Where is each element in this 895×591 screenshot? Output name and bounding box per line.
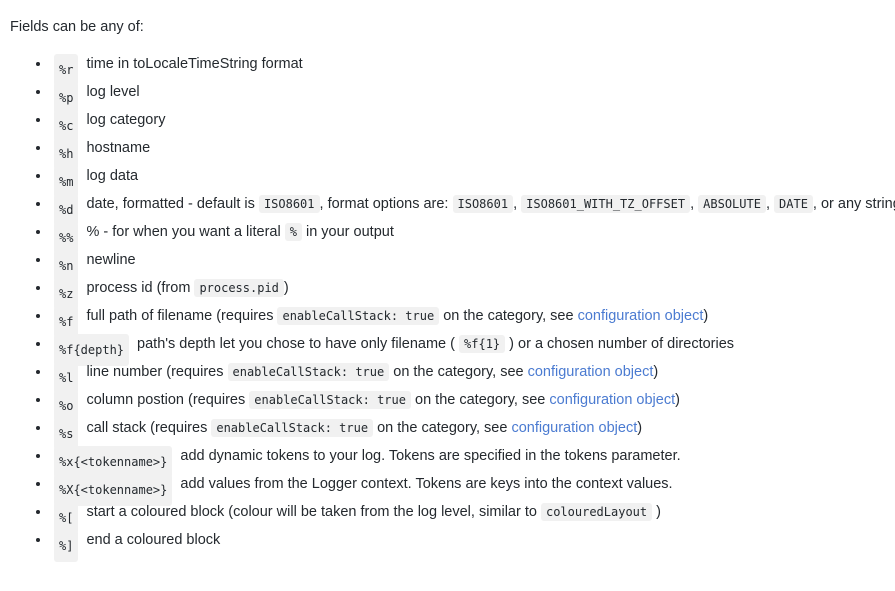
item-description-part: on the category, see	[415, 392, 546, 408]
inline-code: process.pid	[194, 279, 284, 297]
item-description-part: )	[703, 308, 709, 324]
list-item-f-depth: %f{depth} path's depth let you chose to h…	[0, 330, 895, 366]
item-description-part: line number (requires	[86, 364, 224, 380]
item-description-part: on the category, see	[393, 364, 524, 380]
configuration-object-link[interactable]: configuration object	[528, 364, 654, 380]
list-item-r: %r time in toLocaleTimeString format	[0, 50, 895, 86]
item-description-part: )	[656, 504, 662, 520]
item-description: log category	[86, 112, 166, 128]
list-item-percent: %%% - for when you want a literal % in y…	[0, 218, 895, 254]
item-description-part: call stack (requires	[86, 420, 208, 436]
item-description: time in toLocaleTimeString format	[86, 56, 303, 72]
item-description: newline	[86, 252, 136, 268]
item-description: end a coloured block	[86, 532, 221, 548]
inline-code: DATE	[774, 195, 813, 213]
item-description: add values from the Logger context. Toke…	[180, 476, 673, 492]
inline-code: enableCallStack: true	[277, 307, 440, 325]
list-item-h: %h hostname	[0, 134, 895, 170]
item-description-part: full path of filename (requires	[86, 308, 274, 324]
list-item-l: %l line number (requires enableCallStack:…	[0, 358, 895, 394]
item-description: hostname	[86, 140, 151, 156]
inline-code: enableCallStack: true	[249, 391, 411, 409]
item-description-part: )	[653, 364, 659, 380]
configuration-object-link[interactable]: configuration object	[511, 420, 637, 436]
page-intro: Fields can be any of:	[10, 19, 144, 35]
item-description-part: process id (from	[86, 280, 191, 296]
item-description-part: % - for when you want a literal	[86, 224, 281, 240]
inline-code: enableCallStack: true	[211, 419, 374, 437]
inline-code: colouredLayout	[540, 503, 653, 521]
configuration-object-link[interactable]: configuration object	[549, 392, 675, 408]
item-description-part: )	[283, 280, 289, 296]
list-item-c: %c log category	[0, 106, 895, 142]
list-item-m: %m log data	[0, 162, 895, 198]
list-item-o: %o column postion (requires enableCallSta…	[0, 386, 895, 422]
list-item-p: %p log level	[0, 78, 895, 114]
item-description-part: )	[637, 420, 643, 436]
list-item-n: %n newline	[0, 246, 895, 282]
item-description-part: , format options are:	[319, 196, 449, 212]
item-description-part: ) or a chosen number of directories	[509, 336, 735, 352]
list-item-x-token: %x{<tokenname>} add dynamic tokens to you…	[0, 442, 895, 478]
item-description-part: on the category, see	[443, 308, 574, 324]
list-item-s: %s call stack (requires enableCallStack: …	[0, 414, 895, 450]
inline-code: ABSOLUTE	[698, 195, 766, 213]
list-item-bracket-close: %] end a coloured block	[0, 526, 895, 562]
list-item-X-token: %X{<tokenname>} add values from the Logge…	[0, 470, 895, 506]
list-item-z: %z process id (from process.pid)	[0, 274, 895, 310]
list-item-f: %f full path of filename (requires enable…	[0, 302, 895, 338]
token-code: %]	[54, 530, 79, 562]
fields-list: %r time in toLocaleTimeString format %p lo…	[0, 50, 895, 562]
item-description-part: )	[675, 392, 680, 408]
inline-code: %	[284, 223, 302, 241]
documentation-page: Fields can be any of: %r time in toLocale…	[0, 0, 895, 591]
inline-code: ISO8601	[258, 195, 320, 213]
item-description-part: on the category, see	[377, 420, 508, 436]
item-description: add dynamic tokens to your log. Tokens a…	[180, 448, 681, 464]
list-item-d: %d date, formatted - default is ISO8601, …	[0, 190, 895, 226]
item-description-part: column postion (requires	[86, 392, 246, 408]
item-description: log level	[86, 84, 140, 100]
item-description-part: path's depth let you chose to have only …	[137, 336, 455, 352]
inline-code: ISO8601	[452, 195, 514, 213]
item-description: log data	[86, 168, 139, 184]
item-description-part: , or any string compatible with the	[812, 196, 895, 212]
item-description-part: in your output	[305, 224, 394, 240]
item-description-part: date, formatted - default is	[86, 196, 255, 212]
inline-code: ISO8601_WITH_TZ_OFFSET	[521, 195, 691, 213]
configuration-object-link[interactable]: configuration object	[578, 308, 704, 324]
list-item-bracket-open: %[start a coloured block (colour will be…	[0, 498, 895, 534]
item-description-part: start a coloured block (colour will be t…	[86, 504, 537, 520]
inline-code: %f{1}	[459, 335, 506, 353]
inline-code: enableCallStack: true	[227, 363, 390, 381]
